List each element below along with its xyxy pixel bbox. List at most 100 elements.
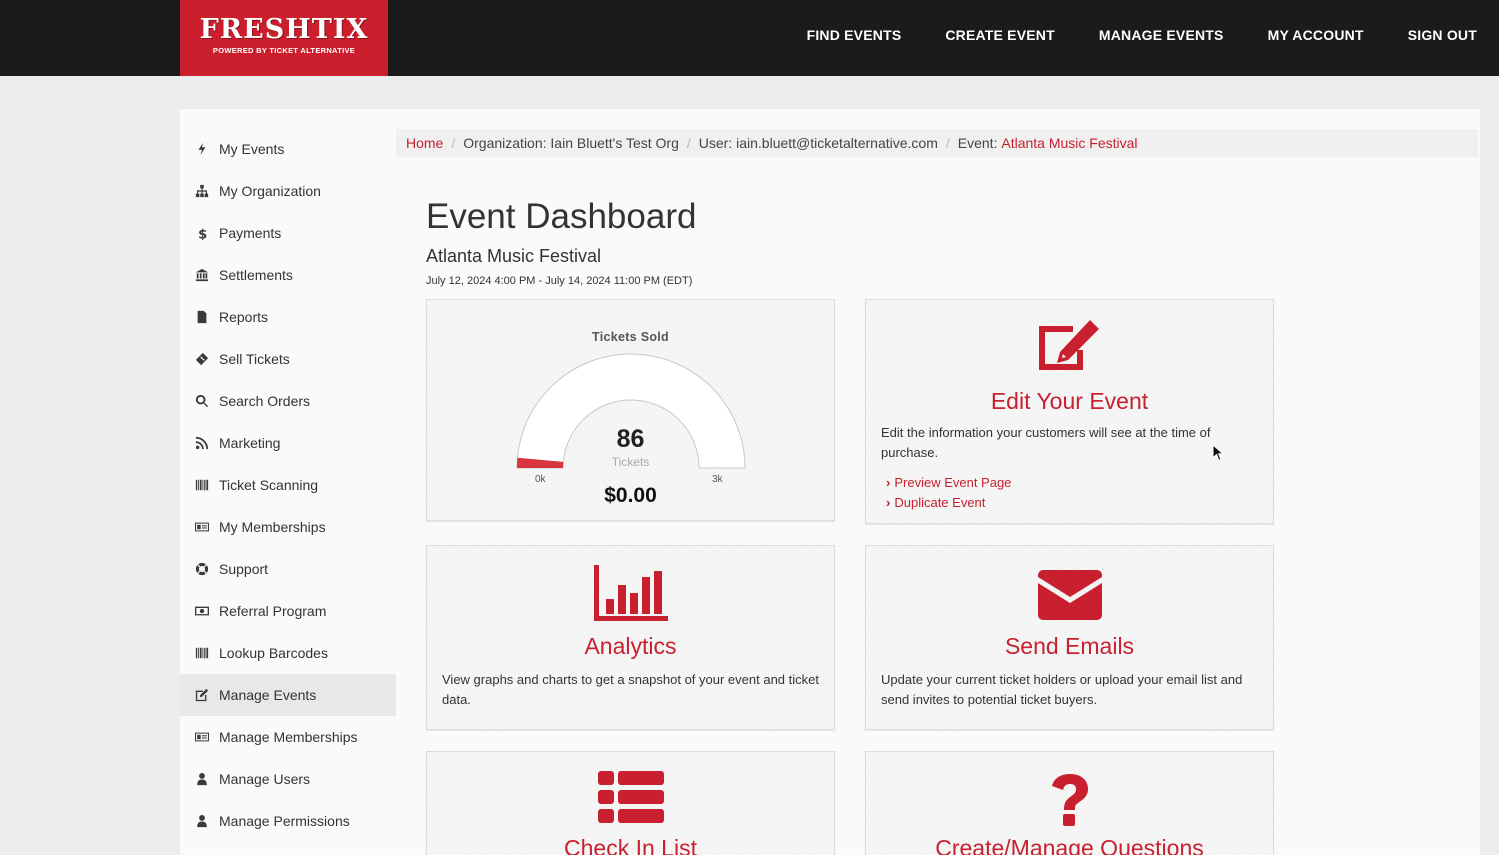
check-in-list-title[interactable]: Check In List xyxy=(427,835,834,855)
sidebar-item-sell-tickets[interactable]: Sell Tickets xyxy=(180,338,396,380)
duplicate-event-link[interactable]: › Duplicate Event xyxy=(866,493,1273,513)
sidebar-item-label: Manage Events xyxy=(219,687,317,703)
chevron-right-icon: › xyxy=(886,495,891,510)
top-navbar: FRESHTIX POWERED BY TICKET ALTERNATIVE F… xyxy=(0,0,1499,76)
send-emails-description: Update your current ticket holders or up… xyxy=(881,672,1243,707)
send-emails-title[interactable]: Send Emails xyxy=(866,633,1273,660)
tickets-sold-card: Tickets Sold 86 Tickets 0k 3k $0.00 xyxy=(426,299,835,521)
breadcrumb: Home / Organization: Iain Bluett's Test … xyxy=(396,129,1478,157)
sidebar-item-manage-users[interactable]: Manage Users xyxy=(180,758,396,800)
search-icon xyxy=(194,393,210,409)
main-nav: FIND EVENTS CREATE EVENT MANAGE EVENTS M… xyxy=(763,0,1477,70)
svg-text:$: $ xyxy=(198,227,207,240)
list-icon xyxy=(597,771,664,823)
money-icon xyxy=(194,603,210,619)
tickets-sold-value: 86 xyxy=(616,425,645,453)
duplicate-event-label: Duplicate Event xyxy=(894,495,986,510)
content-panel: My Events My Organization $ Payments Set… xyxy=(180,109,1480,855)
sidebar-item-my-memberships[interactable]: My Memberships xyxy=(180,506,396,548)
sidebar-item-marketing[interactable]: Marketing xyxy=(180,422,396,464)
tickets-sold-unit: Tickets xyxy=(611,455,650,469)
edit-event-title[interactable]: Edit Your Event xyxy=(866,388,1273,415)
breadcrumb-user: User: iain.bluett@ticketalternative.com xyxy=(698,135,938,151)
sidebar-item-label: Marketing xyxy=(219,435,281,451)
chevron-right-icon: › xyxy=(886,475,891,490)
sitemap-icon xyxy=(194,183,210,199)
bank-icon xyxy=(194,267,210,283)
page-title: Event Dashboard xyxy=(426,197,697,236)
ticket-icon xyxy=(194,351,210,367)
barcode-icon xyxy=(194,477,210,493)
questions-title[interactable]: Create/Manage Questions xyxy=(866,835,1273,855)
rss-icon xyxy=(194,435,210,451)
sidebar-item-label: Search Orders xyxy=(219,393,311,409)
breadcrumb-separator: / xyxy=(451,135,456,151)
sidebar-item-manage-memberships[interactable]: Manage Memberships xyxy=(180,716,396,758)
user-icon xyxy=(194,771,210,787)
nav-manage-events[interactable]: MANAGE EVENTS xyxy=(1099,27,1224,43)
id-card-icon xyxy=(194,519,210,535)
sidebar-item-lookup-barcodes[interactable]: Lookup Barcodes xyxy=(180,632,396,674)
sidebar-item-label: Lookup Barcodes xyxy=(219,645,328,661)
event-name: Atlanta Music Festival xyxy=(426,246,602,266)
sidebar-item-label: Reports xyxy=(219,309,269,325)
sidebar-item-label: Settlements xyxy=(219,267,293,283)
analytics-title[interactable]: Analytics xyxy=(427,633,834,660)
bar-chart-icon xyxy=(593,565,668,621)
nav-create-event[interactable]: CREATE EVENT xyxy=(945,27,1055,43)
check-in-list-card[interactable]: Check In List xyxy=(426,751,835,855)
sidebar-item-label: Payments xyxy=(219,225,282,241)
analytics-description: View graphs and charts to get a snapshot… xyxy=(442,672,819,707)
sidebar-item-label: Manage Users xyxy=(219,771,311,787)
breadcrumb-home[interactable]: Home xyxy=(406,135,443,151)
send-emails-card[interactable]: Send Emails Update your current ticket h… xyxy=(865,545,1274,730)
breadcrumb-organization: Organization: Iain Bluett's Test Org xyxy=(463,135,679,151)
preview-event-page-label: Preview Event Page xyxy=(894,475,1012,490)
sidebar-item-label: Ticket Scanning xyxy=(219,477,319,493)
sidebar-item-ticket-scanning[interactable]: Ticket Scanning xyxy=(180,464,396,506)
sidebar-item-label: Sell Tickets xyxy=(219,351,290,367)
life-ring-icon xyxy=(194,561,210,577)
nav-find-events[interactable]: FIND EVENTS xyxy=(807,27,902,43)
breadcrumb-separator: / xyxy=(945,135,950,151)
question-icon xyxy=(1051,774,1088,826)
questions-card[interactable]: Create/Manage Questions xyxy=(865,751,1274,855)
breadcrumb-event[interactable]: Atlanta Music Festival xyxy=(1001,135,1137,151)
sidebar-item-support[interactable]: Support xyxy=(180,548,396,590)
nav-sign-out[interactable]: SIGN OUT xyxy=(1408,27,1477,43)
sidebar-item-my-events[interactable]: My Events xyxy=(180,128,396,170)
analytics-card[interactable]: Analytics View graphs and charts to get … xyxy=(426,545,835,730)
sidebar-item-label: Support xyxy=(219,561,269,577)
sidebar-item-my-organization[interactable]: My Organization xyxy=(180,170,396,212)
sidebar-item-reports[interactable]: Reports xyxy=(180,296,396,338)
logo-wordmark: FRESHTIX xyxy=(199,14,369,45)
breadcrumb-event-prefix: Event: xyxy=(957,135,1002,151)
edit-icon xyxy=(194,687,210,703)
sidebar-item-referral-program[interactable]: Referral Program xyxy=(180,590,396,632)
mouse-cursor-icon xyxy=(1212,444,1224,462)
barcode-icon xyxy=(194,645,210,661)
tickets-sold-amount: $0.00 xyxy=(604,484,657,507)
file-icon xyxy=(194,309,210,325)
sidebar-item-label: My Events xyxy=(219,141,285,157)
sidebar-item-settlements[interactable]: Settlements xyxy=(180,254,396,296)
event-date: July 12, 2024 4:00 PM - July 14, 2024 11… xyxy=(426,275,693,287)
sidebar-item-payments[interactable]: $ Payments xyxy=(180,212,396,254)
nav-my-account[interactable]: MY ACCOUNT xyxy=(1268,27,1364,43)
edit-event-card[interactable]: Edit Your Event Edit the information you… xyxy=(865,299,1274,524)
freshtix-logo[interactable]: FRESHTIX POWERED BY TICKET ALTERNATIVE xyxy=(180,0,388,76)
sidebar-item-search-orders[interactable]: Search Orders xyxy=(180,380,396,422)
sidebar-item-manage-events[interactable]: Manage Events xyxy=(180,674,396,716)
sidebar-item-label: Manage Memberships xyxy=(219,729,358,745)
sidebar-item-label: Referral Program xyxy=(219,603,327,619)
breadcrumb-separator: / xyxy=(686,135,691,151)
sidebar: My Events My Organization $ Payments Set… xyxy=(180,128,396,842)
logo-tagline: POWERED BY TICKET ALTERNATIVE xyxy=(212,46,356,55)
user-icon xyxy=(194,813,210,829)
dollar-icon: $ xyxy=(194,225,210,241)
sidebar-item-label: My Organization xyxy=(219,183,321,199)
sidebar-item-manage-permissions[interactable]: Manage Permissions xyxy=(180,800,396,842)
sidebar-item-label: My Memberships xyxy=(219,519,326,535)
edit-icon xyxy=(1038,320,1099,370)
preview-event-page-link[interactable]: › Preview Event Page xyxy=(866,473,1273,493)
